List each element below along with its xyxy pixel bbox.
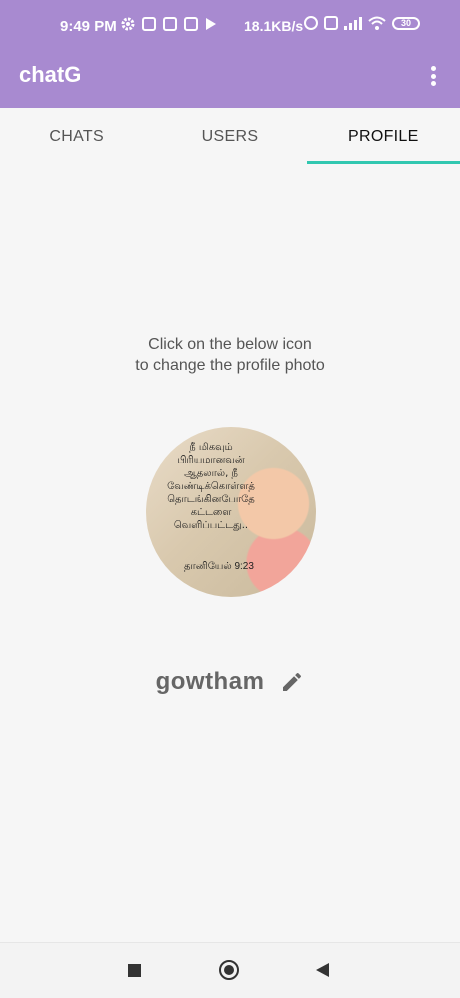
- alarm-icon: [304, 16, 318, 30]
- pencil-icon[interactable]: [280, 670, 304, 694]
- status-time: 9:49 PM: [60, 18, 117, 35]
- recents-icon[interactable]: [128, 964, 141, 977]
- status-icons-right: 30: [304, 16, 420, 30]
- system-nav-bar: [0, 942, 460, 998]
- profile-photo[interactable]: நீ மிகவும் பிரியமானவன் ஆதலால், நீ வேண்டி…: [146, 427, 316, 597]
- hint-line-2: to change the profile photo: [135, 357, 325, 374]
- upload-icon: [142, 17, 156, 31]
- battery-icon: 30: [392, 16, 420, 30]
- profile-name-row: gowtham: [0, 668, 460, 696]
- tab-users[interactable]: USERS: [153, 108, 306, 166]
- status-net-speed: 18.1KB/s: [244, 18, 304, 34]
- profile-photo-verse: தானியேல் 9:23: [184, 561, 254, 572]
- profile-photo-text: நீ மிகவும் பிரியமானவன் ஆதலால், நீ வேண்டி…: [167, 442, 255, 531]
- more-vert-icon[interactable]: [425, 64, 441, 88]
- hint-line-1: Click on the below icon: [148, 336, 312, 353]
- play-icon: [206, 18, 216, 30]
- tab-bar: CHATS USERS PROFILE: [0, 108, 460, 166]
- status-bar: 9:49 PM 18.1KB/s 30: [0, 0, 460, 54]
- status-icons-left: [121, 17, 217, 31]
- app-bar: 9:49 PM 18.1KB/s 30 chatG: [0, 0, 460, 108]
- tab-profile[interactable]: PROFILE: [306, 108, 460, 166]
- back-icon[interactable]: [316, 963, 329, 977]
- profile-name: gowtham: [155, 668, 265, 695]
- home-icon[interactable]: [219, 960, 239, 980]
- app-title: chatG: [19, 62, 82, 87]
- signal-icon: [344, 16, 362, 30]
- settings-icon: [121, 17, 135, 31]
- instagram-icon: [184, 17, 198, 31]
- tab-chats[interactable]: CHATS: [0, 108, 153, 166]
- instagram-icon: [163, 17, 177, 31]
- wifi-icon: [368, 16, 386, 30]
- profile-photo-hint: Click on the below icon to change the pr…: [0, 334, 460, 376]
- volte-icon: [324, 16, 338, 30]
